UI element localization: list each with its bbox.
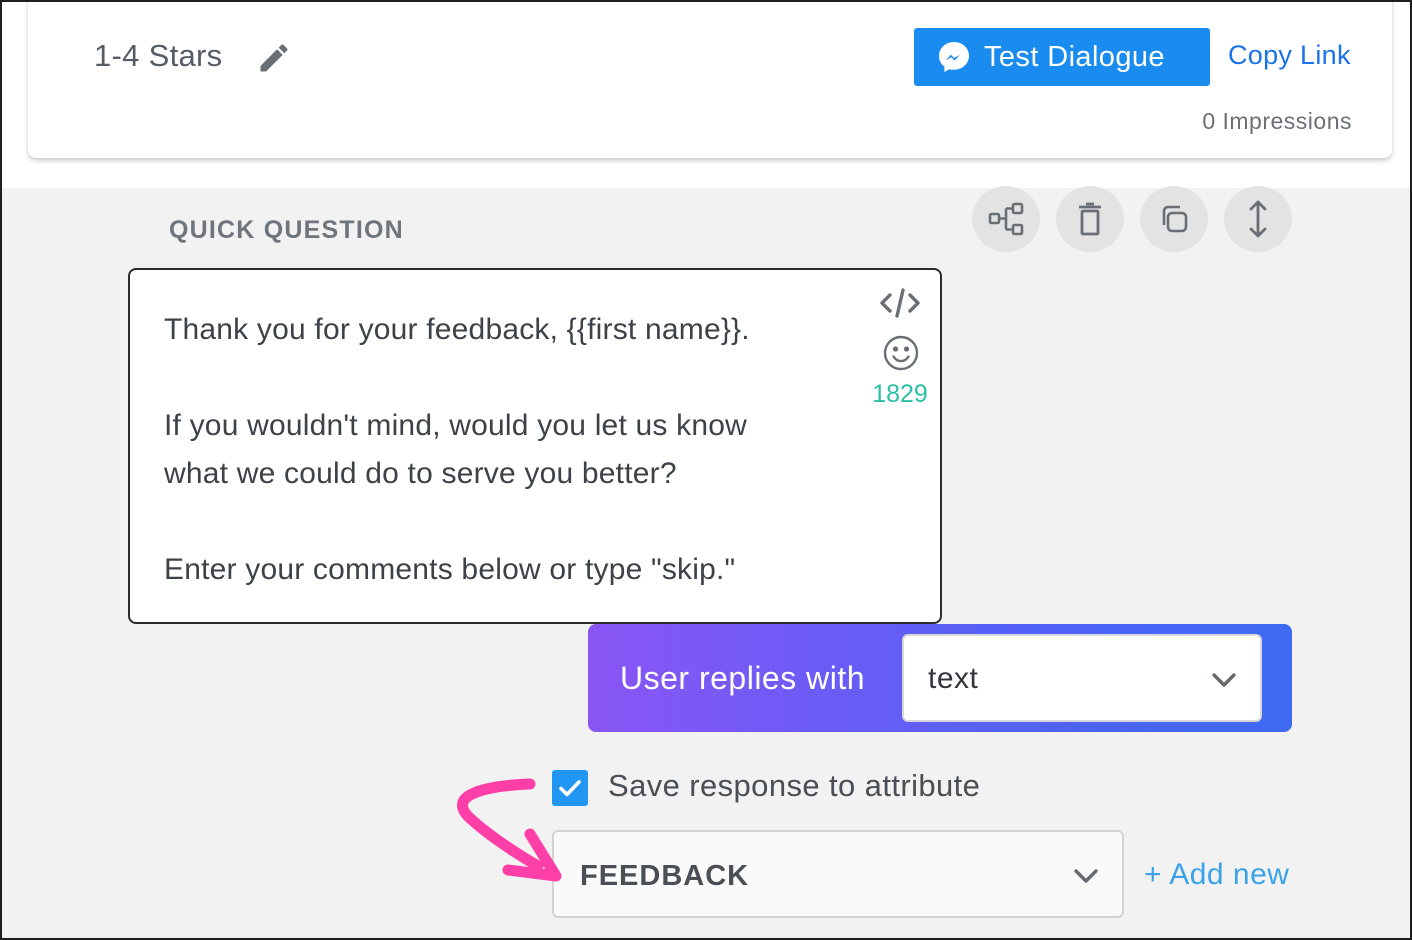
- copy-link[interactable]: Copy Link: [1228, 40, 1351, 71]
- pencil-icon[interactable]: [256, 40, 292, 76]
- add-new-attribute-link[interactable]: + Add new: [1144, 858, 1289, 892]
- section-label: QUICK QUESTION: [169, 216, 404, 244]
- vertical-resize-icon: [1249, 200, 1267, 238]
- trash-icon: [1079, 202, 1101, 236]
- dialog-title: 1-4 Stars: [94, 38, 223, 73]
- code-icon[interactable]: [878, 286, 922, 320]
- test-dialogue-button[interactable]: Test Dialogue: [914, 28, 1210, 86]
- save-response-label: Save response to attribute: [608, 768, 981, 803]
- smiley-icon[interactable]: [882, 334, 920, 372]
- chevron-down-icon: [1212, 673, 1236, 687]
- annotation-arrow-icon: [457, 778, 562, 882]
- delete-button[interactable]: [1056, 186, 1124, 252]
- test-dialogue-label: Test Dialogue: [984, 40, 1165, 73]
- flow-tree-button[interactable]: [972, 186, 1040, 252]
- chevron-down-icon: [1074, 869, 1098, 883]
- attribute-value: FEEDBACK: [580, 860, 750, 892]
- character-count: 1829: [872, 380, 928, 408]
- reply-type-select[interactable]: text: [902, 634, 1262, 722]
- attribute-select[interactable]: FEEDBACK: [552, 830, 1124, 918]
- quick-question-message[interactable]: Thank you for your feedback, {{first nam…: [128, 268, 942, 624]
- duplicate-button[interactable]: [1140, 186, 1208, 252]
- message-text[interactable]: Thank you for your feedback, {{first nam…: [164, 306, 864, 594]
- user-reply-bar: User replies with text: [588, 624, 1292, 732]
- resize-button[interactable]: [1224, 186, 1292, 252]
- reply-label: User replies with: [620, 660, 866, 696]
- messenger-icon: [939, 42, 969, 72]
- flow-tree-icon: [988, 202, 1024, 236]
- app-frame: 1-4 Stars Test Dialogue Copy Link 0 Impr…: [0, 0, 1412, 940]
- impressions-count: 0 Impressions: [1202, 108, 1352, 134]
- copy-icon: [1162, 205, 1188, 233]
- reply-type-value: text: [928, 662, 979, 695]
